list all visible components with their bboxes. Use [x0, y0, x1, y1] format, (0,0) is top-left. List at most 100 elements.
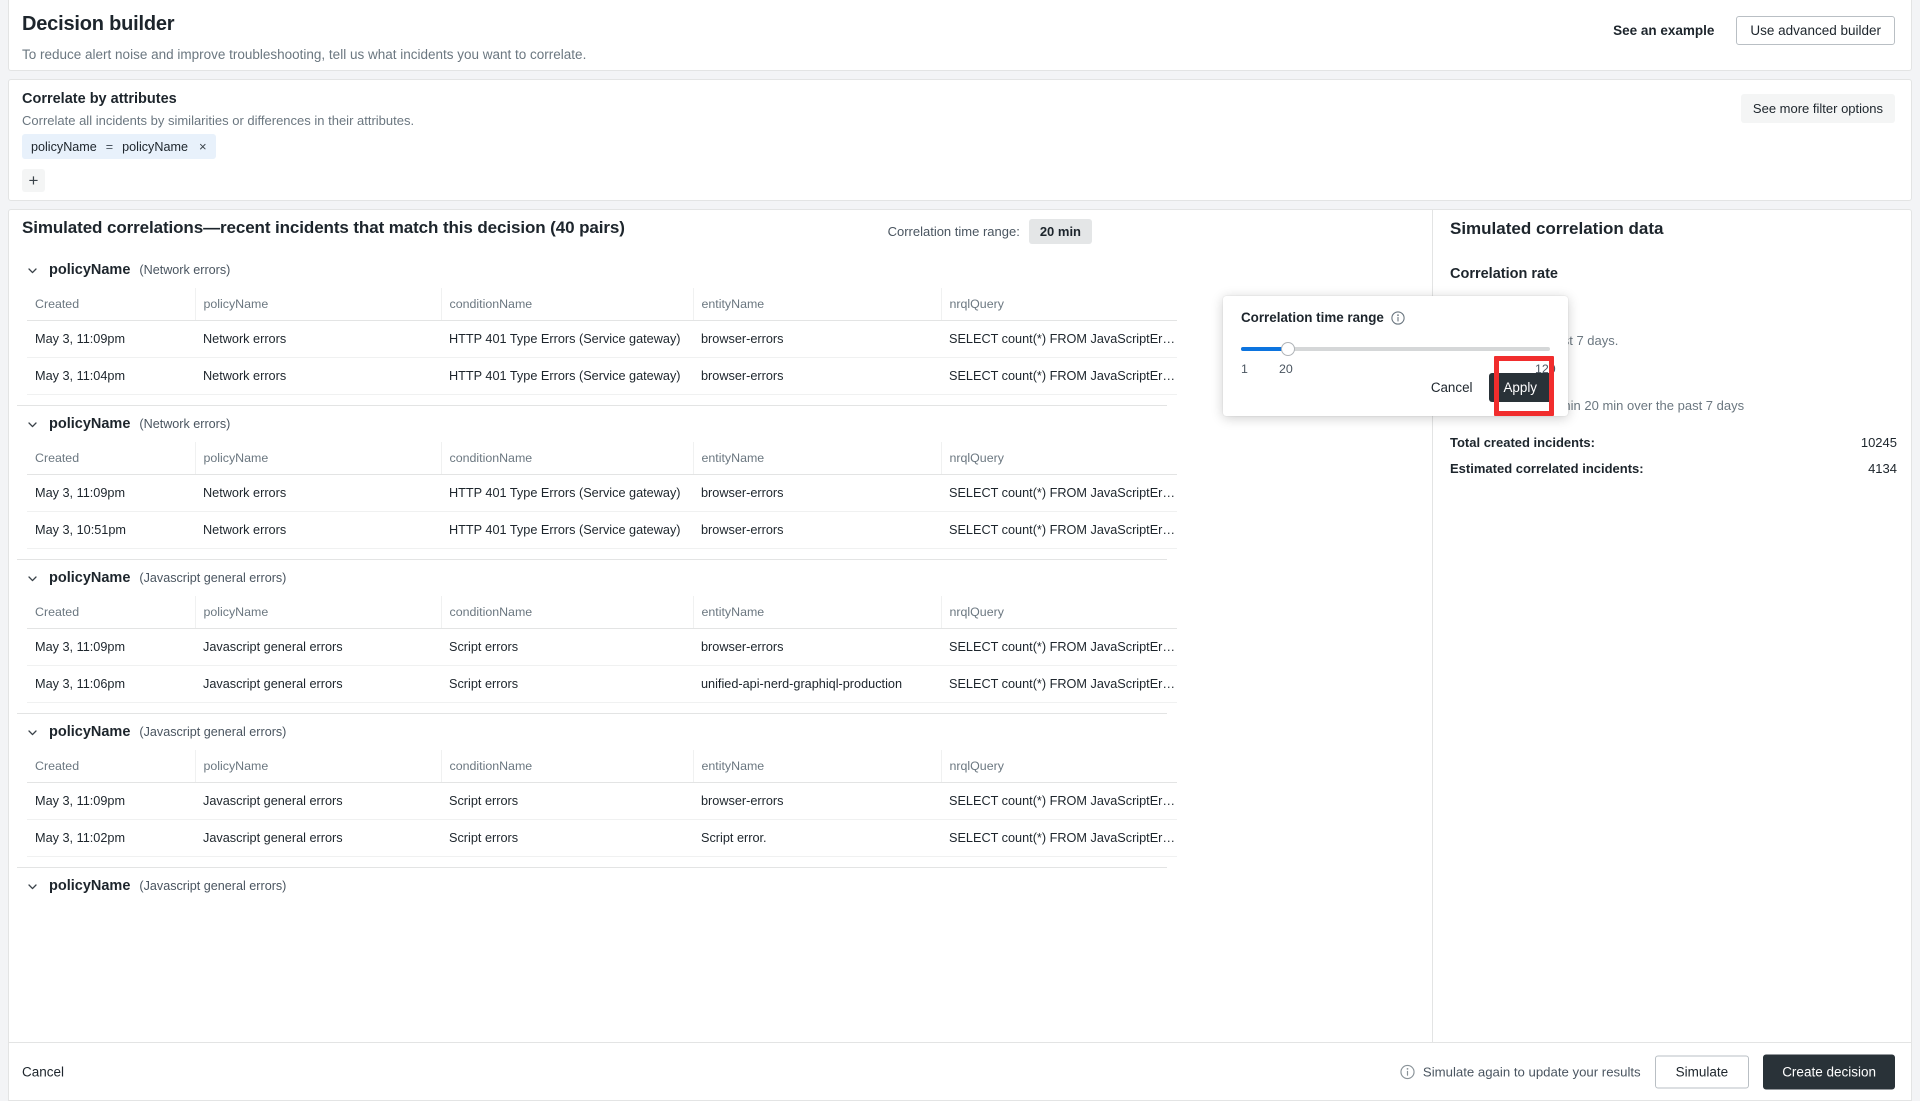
- table-cell-nrqlquery: SELECT count(*) FROM JavaScriptError WHE…: [941, 511, 1177, 549]
- correlation-group-header[interactable]: policyName (Network errors): [9, 252, 1432, 288]
- table-row[interactable]: May 3, 11:04pm Network errors HTTP 401 Typ…: [27, 357, 1177, 395]
- table-cell-created: May 3, 11:09pm: [27, 474, 195, 512]
- attribute-chip[interactable]: policyName = policyName ×: [22, 134, 216, 159]
- column-header-nrqlquery[interactable]: nrqlQuery: [941, 596, 1177, 629]
- table-cell-policyname: Network errors: [195, 511, 441, 549]
- column-header-conditionname[interactable]: conditionName: [441, 750, 694, 783]
- group-attribute-value: (Javascript general errors): [139, 725, 287, 739]
- table-row[interactable]: May 3, 11:09pm Javascript general errors S…: [27, 782, 1177, 820]
- info-icon[interactable]: [1391, 310, 1405, 325]
- column-header-conditionname[interactable]: conditionName: [441, 596, 694, 629]
- simulated-correlations-title: Simulated correlations—recent incidents …: [22, 218, 625, 237]
- add-attribute-button[interactable]: +: [22, 169, 45, 192]
- column-header-created[interactable]: Created: [27, 442, 196, 475]
- column-header-created[interactable]: Created: [27, 596, 196, 629]
- column-header-policyname[interactable]: policyName: [195, 288, 442, 321]
- table-row[interactable]: May 3, 11:06pm Javascript general errors S…: [27, 665, 1177, 703]
- group-attribute-key: policyName: [49, 570, 131, 586]
- column-header-conditionname[interactable]: conditionName: [441, 288, 694, 321]
- table-cell-nrqlquery: SELECT count(*) FROM JavaScriptError WHE…: [941, 474, 1177, 512]
- attributes-title: Correlate by attributes: [22, 91, 177, 107]
- correlation-group-header[interactable]: policyName (Javascript general errors): [9, 560, 1432, 596]
- footer-actions: Simulate again to update your results Si…: [1400, 1054, 1895, 1089]
- popover-title-row: Correlation time range: [1241, 310, 1550, 325]
- column-header-created[interactable]: Created: [27, 288, 196, 321]
- use-advanced-builder-button[interactable]: Use advanced builder: [1736, 16, 1895, 45]
- right-panel-title: Simulated correlation data: [1450, 219, 1664, 238]
- simulate-button[interactable]: Simulate: [1654, 1055, 1750, 1088]
- popover-apply-button[interactable]: Apply: [1488, 373, 1552, 402]
- column-header-entityname[interactable]: entityName: [693, 596, 942, 629]
- table-cell-policyname: Javascript general errors: [195, 819, 441, 857]
- correlation-time-range-label: Correlation time range:: [887, 224, 1020, 239]
- page-header: Decision builder To reduce alert noise a…: [8, 0, 1912, 71]
- cancel-button[interactable]: Cancel: [22, 1064, 64, 1079]
- popover-title: Correlation time range: [1241, 310, 1384, 325]
- table-row[interactable]: May 3, 11:09pm Network errors HTTP 401 Typ…: [27, 474, 1177, 512]
- stat-label: Total created incidents:: [1450, 435, 1595, 450]
- column-header-conditionname[interactable]: conditionName: [441, 442, 694, 475]
- chip-operator: =: [105, 139, 114, 154]
- column-header-policyname[interactable]: policyName: [195, 750, 442, 783]
- slider-min-label: 1: [1241, 362, 1248, 376]
- column-header-nrqlquery[interactable]: nrqlQuery: [941, 442, 1177, 475]
- create-decision-button[interactable]: Create decision: [1763, 1054, 1895, 1089]
- table-cell-nrqlquery: SELECT count(*) FROM JavaScriptError FAC…: [941, 628, 1177, 666]
- correlation-group-header[interactable]: policyName (Javascript general errors): [9, 868, 1432, 904]
- table-cell-created: May 3, 11:02pm: [27, 819, 195, 857]
- table-row[interactable]: May 3, 11:09pm Network errors HTTP 401 Typ…: [27, 320, 1177, 358]
- slider-thumb[interactable]: [1281, 342, 1295, 356]
- chip-left-attribute: policyName: [31, 139, 97, 154]
- info-circle-icon: [1400, 1064, 1415, 1079]
- correlation-time-range-value-button[interactable]: 20 min: [1028, 219, 1092, 244]
- column-header-created[interactable]: Created: [27, 750, 196, 783]
- chevron-down-icon[interactable]: [27, 727, 38, 738]
- chevron-down-icon[interactable]: [27, 265, 38, 276]
- column-header-entityname[interactable]: entityName: [693, 442, 942, 475]
- column-header-policyname[interactable]: policyName: [195, 596, 442, 629]
- table-cell-policyname: Network errors: [195, 320, 441, 358]
- table-cell-nrqlquery: SELECT count(*) FROM JavaScriptError FAC…: [941, 782, 1177, 820]
- see-an-example-link[interactable]: See an example: [1613, 23, 1714, 38]
- column-header-entityname[interactable]: entityName: [693, 288, 942, 321]
- table-cell-entityname: unified-api-nerd-graphiql-production: [693, 665, 941, 703]
- chip-remove-icon[interactable]: ×: [199, 139, 207, 154]
- table-cell-policyname: Network errors: [195, 474, 441, 512]
- chevron-down-icon[interactable]: [27, 881, 38, 892]
- table-header-row: Created policyName conditionName entityName…: [27, 596, 1177, 629]
- correlation-group-header[interactable]: policyName (Javascript general errors): [9, 714, 1432, 750]
- column-header-nrqlquery[interactable]: nrqlQuery: [941, 750, 1177, 783]
- table-row[interactable]: May 3, 11:02pm Javascript general errors S…: [27, 819, 1177, 857]
- slider-current-label: 20: [1279, 362, 1293, 376]
- column-header-policyname[interactable]: policyName: [195, 442, 442, 475]
- simulated-correlations-pane: Simulated correlations—recent incidents …: [9, 210, 1433, 1042]
- attribute-chip-row: policyName = policyName ×: [22, 134, 216, 159]
- group-attribute-key: policyName: [49, 416, 131, 432]
- impact-stats: Total created incidents: 10245 Estimated c…: [1450, 435, 1897, 476]
- table-header-row: Created policyName conditionName entityName…: [27, 442, 1177, 475]
- column-header-nrqlquery[interactable]: nrqlQuery: [941, 288, 1177, 321]
- chevron-down-icon[interactable]: [27, 573, 38, 584]
- simulate-note: Simulate again to update your results: [1400, 1064, 1641, 1079]
- table-cell-nrqlquery: SELECT count(*) FROM JavaScriptError FAC…: [941, 819, 1177, 857]
- correlation-group-header[interactable]: policyName (Network errors): [9, 406, 1432, 442]
- correlation-time-range-slider[interactable]: [1241, 342, 1550, 356]
- incidents-table: Created policyName conditionName entityName…: [27, 750, 1177, 857]
- table-row[interactable]: May 3, 11:09pm Javascript general errors S…: [27, 628, 1177, 666]
- popover-cancel-button[interactable]: Cancel: [1429, 376, 1475, 399]
- chevron-down-icon[interactable]: [27, 419, 38, 430]
- table-cell-policyname: Javascript general errors: [195, 665, 441, 703]
- column-header-entityname[interactable]: entityName: [693, 750, 942, 783]
- group-attribute-key: policyName: [49, 724, 131, 740]
- see-more-filter-options-button[interactable]: See more filter options: [1740, 94, 1895, 123]
- popover-actions: Cancel Apply: [1429, 373, 1552, 402]
- page-title: Decision builder: [22, 13, 175, 35]
- table-cell-entityname: browser-errors: [693, 320, 941, 358]
- table-cell-entityname: browser-errors: [693, 782, 941, 820]
- table-cell-created: May 3, 11:09pm: [27, 782, 195, 820]
- table-cell-created: May 3, 11:06pm: [27, 665, 195, 703]
- table-cell-entityname: browser-errors: [693, 357, 941, 395]
- attributes-subtitle: Correlate all incidents by similarities …: [22, 113, 415, 128]
- incidents-table: Created policyName conditionName entityName…: [27, 442, 1177, 549]
- table-row[interactable]: May 3, 10:51pm Network errors HTTP 401 Typ…: [27, 511, 1177, 549]
